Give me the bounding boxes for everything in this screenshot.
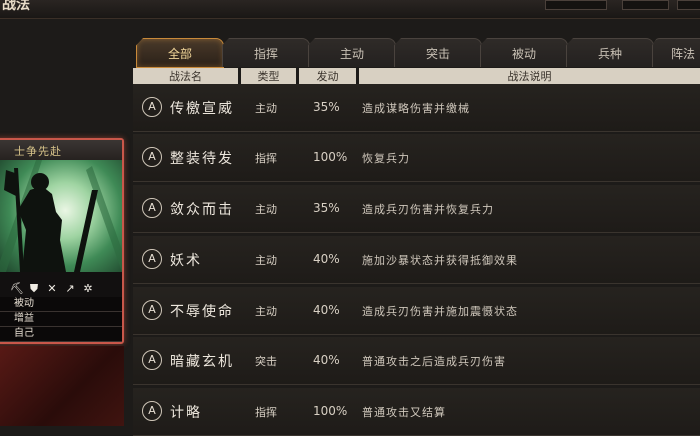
skill-name: 计略 (170, 405, 202, 421)
skill-name: 敛众而击 (170, 202, 234, 218)
table-row[interactable]: A 暗藏玄机 突击 40% 普通攻击之后造成兵刃伤害 (133, 337, 700, 385)
skill-name: 不辱使命 (170, 304, 234, 320)
skill-name: 传檄宣威 (170, 101, 234, 117)
general-card[interactable]: 士争先赴 ⛏ ⛊ ✕ ↗ ✲ 被动 增益 自己 (0, 138, 124, 344)
skill-description: 恢复兵力 (362, 152, 410, 165)
skill-type: 主动 (255, 203, 277, 216)
grade-badge: A (142, 300, 162, 320)
page-title: 战法 (2, 0, 30, 13)
table-row[interactable]: A 传檄宣威 主动 35% 造成谋略伤害并缴械 (133, 84, 700, 132)
skill-type: 突击 (255, 355, 277, 368)
table-row[interactable]: A 敛众而击 主动 35% 造成兵刃伤害并恢复兵力 (133, 185, 700, 233)
skill-type: 主动 (255, 305, 277, 318)
grade-badge: A (142, 198, 162, 218)
skill-type: 指挥 (255, 152, 277, 165)
skill-description: 造成兵刃伤害并恢复兵力 (362, 203, 494, 216)
shield-icon: ⛊ (29, 282, 39, 295)
col-description: 战法说明 (359, 68, 700, 85)
skill-description: 普通攻击又结算 (362, 406, 446, 419)
trigger-rate: 35% (313, 100, 340, 114)
tag-buff: 增益 (0, 312, 122, 327)
skill-type: 指挥 (255, 406, 277, 419)
spear-icon: ↗ (65, 282, 75, 295)
tag-self: 自己 (0, 327, 122, 342)
skill-description: 造成兵刃伤害并施加震慑状态 (362, 305, 518, 318)
skill-name: 妖术 (170, 253, 202, 269)
card-title: 士争先赴 (14, 145, 62, 158)
trigger-rate: 100% (313, 404, 348, 418)
skill-description: 造成谋略伤害并缴械 (362, 102, 470, 115)
card-title-bar: 士争先赴 (0, 140, 122, 161)
grade-badge: A (142, 401, 162, 421)
resource-slot-2 (622, 0, 669, 10)
card-icon-row: ⛏ ⛊ ✕ ↗ ✲ (10, 282, 94, 296)
wheel-icon: ✲ (83, 282, 93, 295)
trigger-rate: 100% (313, 150, 348, 164)
general-portrait (0, 160, 122, 272)
tag-passive: 被动 (0, 297, 122, 312)
skill-description: 施加沙暴状态并获得抵御效果 (362, 254, 518, 267)
trigger-rate: 40% (313, 252, 340, 266)
tab-active[interactable]: 主动 (308, 38, 396, 67)
trigger-rate: 35% (313, 201, 340, 215)
resource-slot-3 (677, 0, 700, 10)
resource-slot-1 (545, 0, 607, 10)
table-row[interactable]: A 妖术 主动 40% 施加沙暴状态并获得抵御效果 (133, 236, 700, 284)
tab-formation[interactable]: 阵法 (652, 38, 700, 67)
grade-badge: A (142, 249, 162, 269)
general-card-2[interactable] (0, 346, 124, 426)
col-skill-name: 战法名 (133, 68, 238, 85)
skill-name: 整装待发 (170, 151, 234, 167)
skill-description: 普通攻击之后造成兵刃伤害 (362, 355, 506, 368)
card-tags: 被动 增益 自己 (0, 297, 122, 342)
tab-troop[interactable]: 兵种 (566, 38, 654, 67)
skill-type: 主动 (255, 102, 277, 115)
trigger-rate: 40% (313, 303, 340, 317)
tab-command[interactable]: 指挥 (222, 38, 310, 67)
tab-all[interactable]: 全部 (136, 38, 224, 68)
top-bar: 战法 (0, 0, 700, 19)
col-trigger: 发动 (299, 68, 356, 85)
skill-name: 暗藏玄机 (170, 354, 234, 370)
tab-assault[interactable]: 突击 (394, 38, 482, 67)
table-row[interactable]: A 整装待发 指挥 100% 恢复兵力 (133, 134, 700, 182)
tab-passive[interactable]: 被动 (480, 38, 568, 67)
col-type: 类型 (241, 68, 296, 85)
table-row[interactable]: A 不辱使命 主动 40% 造成兵刃伤害并施加震慑状态 (133, 287, 700, 335)
table-row[interactable]: A 计略 指挥 100% 普通攻击又结算 (133, 388, 700, 436)
skill-type: 主动 (255, 254, 277, 267)
trigger-rate: 40% (313, 353, 340, 367)
axe-icon: ⛏ (10, 282, 24, 295)
grade-badge: A (142, 97, 162, 117)
crossed-swords-icon: ✕ (47, 282, 57, 295)
grade-badge: A (142, 350, 162, 370)
grade-badge: A (142, 147, 162, 167)
